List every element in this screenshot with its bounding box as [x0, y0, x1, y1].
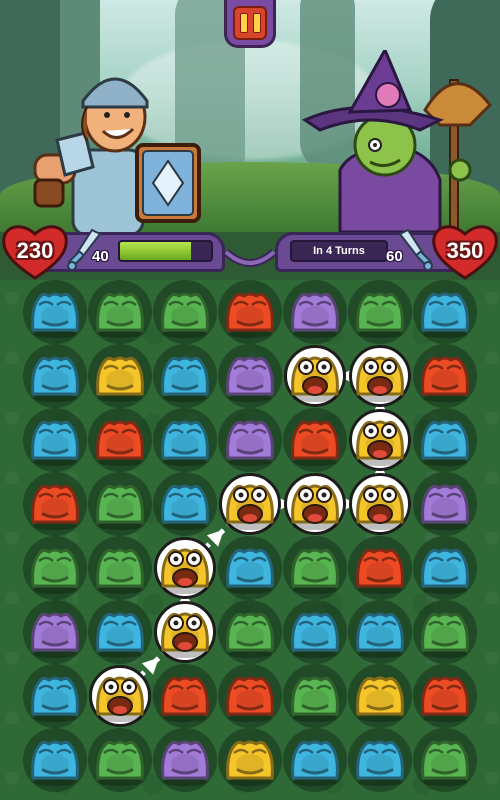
tile-yellow-toad-selected[interactable]	[89, 665, 151, 727]
tile-blue-toad[interactable]	[153, 344, 217, 408]
tile-red-toad[interactable]	[23, 472, 87, 536]
tile-blue-toad[interactable]	[283, 600, 347, 664]
tile-green-toad[interactable]	[283, 664, 347, 728]
tile-yellow-toad-selected[interactable]	[349, 473, 411, 535]
tile-green-toad[interactable]	[88, 472, 152, 536]
tile-blue-toad[interactable]	[348, 728, 412, 792]
tile-blue-toad[interactable]	[413, 536, 477, 600]
game-board	[0, 280, 500, 800]
tile-yellow-toad[interactable]	[88, 344, 152, 408]
tile-purple-toad[interactable]	[413, 472, 477, 536]
tile-blue-toad[interactable]	[23, 280, 87, 344]
tile-yellow-toad-selected[interactable]	[284, 473, 346, 535]
tile-yellow-toad-selected[interactable]	[154, 537, 216, 599]
tile-blue-toad[interactable]	[348, 600, 412, 664]
tile-green-toad[interactable]	[283, 536, 347, 600]
tile-green-toad[interactable]	[88, 280, 152, 344]
tile-green-toad[interactable]	[88, 536, 152, 600]
tile-red-toad[interactable]	[88, 408, 152, 472]
player-attack-value: 40	[92, 248, 109, 265]
pause-button[interactable]	[224, 0, 276, 48]
tile-blue-toad[interactable]	[413, 280, 477, 344]
tile-red-toad[interactable]	[413, 344, 477, 408]
tile-blue-toad[interactable]	[413, 408, 477, 472]
tile-red-toad[interactable]	[218, 664, 282, 728]
player-charge-fill	[120, 242, 191, 260]
center-ornament	[223, 248, 277, 267]
tile-green-toad[interactable]	[218, 600, 282, 664]
sword-icon	[398, 228, 433, 271]
tile-red-toad[interactable]	[283, 408, 347, 472]
tile-green-toad[interactable]	[88, 728, 152, 792]
tile-blue-toad[interactable]	[153, 472, 217, 536]
tile-blue-toad[interactable]	[218, 536, 282, 600]
tile-green-toad[interactable]	[153, 280, 217, 344]
tile-yellow-toad-selected[interactable]	[154, 601, 216, 663]
tile-purple-toad[interactable]	[23, 600, 87, 664]
tile-green-toad[interactable]	[413, 728, 477, 792]
tile-blue-toad[interactable]	[23, 344, 87, 408]
tile-green-toad[interactable]	[348, 280, 412, 344]
tile-purple-toad[interactable]	[218, 344, 282, 408]
tile-green-toad[interactable]	[23, 536, 87, 600]
player-charge-bar	[118, 240, 213, 262]
tile-yellow-toad[interactable]	[348, 664, 412, 728]
tile-red-toad[interactable]	[153, 664, 217, 728]
hero-character	[33, 77, 201, 232]
tile-yellow-toad-selected[interactable]	[284, 345, 346, 407]
witch-enemy-character	[301, 50, 492, 232]
tile-blue-toad[interactable]	[23, 728, 87, 792]
enemy-health-value: 350	[446, 238, 484, 263]
tile-yellow-toad-selected[interactable]	[349, 345, 411, 407]
tile-blue-toad[interactable]	[23, 408, 87, 472]
tile-blue-toad[interactable]	[88, 600, 152, 664]
tile-yellow-toad-selected[interactable]	[349, 409, 411, 471]
tile-blue-toad[interactable]	[153, 408, 217, 472]
tile-purple-toad[interactable]	[218, 408, 282, 472]
tile-blue-toad[interactable]	[23, 664, 87, 728]
tile-red-toad[interactable]	[348, 536, 412, 600]
tile-yellow-toad-selected[interactable]	[219, 473, 281, 535]
enemy-health: 350	[430, 222, 500, 280]
tile-red-toad[interactable]	[413, 664, 477, 728]
battle-status-bar: 230 40 In 4 Turns 60 350	[0, 222, 500, 280]
tile-green-toad[interactable]	[413, 600, 477, 664]
battle-scene	[0, 0, 500, 232]
enemy-turns-label: In 4 Turns	[290, 240, 388, 262]
pause-icon	[233, 5, 267, 40]
tile-purple-toad[interactable]	[283, 280, 347, 344]
tile-red-toad[interactable]	[218, 280, 282, 344]
player-health-value: 230	[16, 238, 54, 263]
tile-blue-toad[interactable]	[283, 728, 347, 792]
tile-purple-toad[interactable]	[153, 728, 217, 792]
tile-yellow-toad[interactable]	[218, 728, 282, 792]
player-health: 230	[0, 222, 70, 280]
